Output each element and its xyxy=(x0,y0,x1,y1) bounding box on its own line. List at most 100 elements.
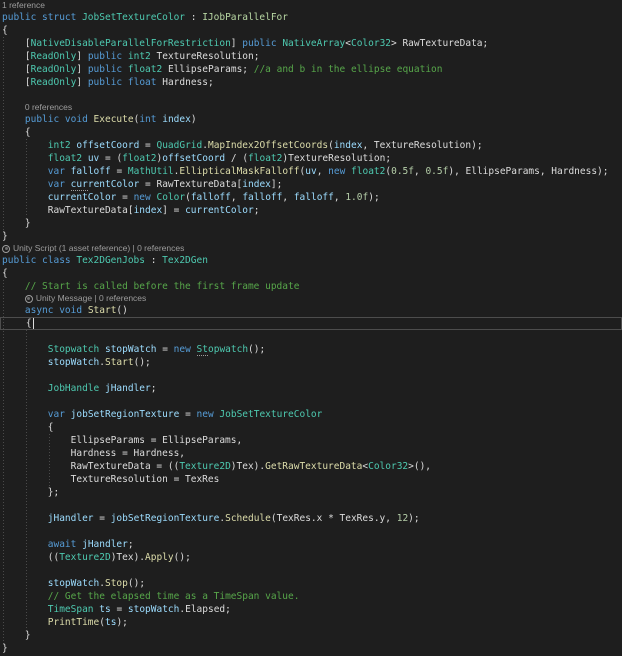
code-line[interactable]: { xyxy=(0,126,622,139)
code-line[interactable]: } xyxy=(0,642,622,655)
code-line[interactable]: TextureResolution = TexRes xyxy=(0,473,622,486)
code-line[interactable]: [ReadOnly] public float2 EllipseParams; … xyxy=(0,63,622,76)
code-line[interactable]: JobHandle jHandler; xyxy=(0,382,622,395)
code-token: ReadOnly xyxy=(30,64,77,75)
code-token: JobSetTextureColor xyxy=(82,12,186,23)
code-token: ] xyxy=(230,38,243,49)
code-line-blank[interactable] xyxy=(0,395,622,408)
codelens-references-link[interactable]: Unity Script (1 asset reference) | 0 ref… xyxy=(13,243,184,254)
code-line[interactable]: stopWatch.Stop(); xyxy=(0,577,622,590)
code-token: [ xyxy=(2,51,31,62)
code-token: Tex2DGenJobs xyxy=(76,255,145,266)
code-token: = xyxy=(93,513,111,524)
code-token: uv xyxy=(305,166,317,177)
code-token: int2 xyxy=(127,51,151,62)
code-line[interactable]: int2 offsetCoord = QuadGrid.MapIndex2Off… xyxy=(0,139,622,152)
code-line[interactable]: { xyxy=(0,267,622,280)
code-token: { xyxy=(3,318,32,329)
code-token: Texture2D xyxy=(179,461,231,472)
code-token: ] xyxy=(76,64,88,75)
code-token: >(), xyxy=(408,461,432,472)
code-line[interactable]: // Start is called before the first fram… xyxy=(0,280,622,293)
code-token: MapIndex2OffsetCoords xyxy=(207,140,329,151)
code-token: ; xyxy=(253,205,260,216)
code-line[interactable]: RawTextureData = ((Texture2D)Tex).GetRaw… xyxy=(0,460,622,473)
code-token: > RawTextureData; xyxy=(391,38,489,49)
code-line[interactable]: } xyxy=(0,217,622,230)
code-line[interactable]: }; xyxy=(0,486,622,499)
code-token: JobHandle xyxy=(47,383,100,394)
code-token: stopWatch xyxy=(47,357,100,368)
code-line[interactable]: await jHandler; xyxy=(0,538,622,551)
code-token: Tex2DGen xyxy=(162,255,208,266)
code-line[interactable]: public void Execute(int index) xyxy=(0,113,622,126)
code-line[interactable]: { xyxy=(0,421,622,434)
code-token: )TextureResolution; xyxy=(282,153,392,164)
code-line[interactable]: PrintTime(ts); xyxy=(0,616,622,629)
code-line-blank[interactable] xyxy=(0,499,622,512)
code-line-blank[interactable] xyxy=(0,369,622,382)
code-token: public struct xyxy=(2,12,83,23)
code-line[interactable]: { xyxy=(0,24,622,37)
code-token: var xyxy=(47,179,65,190)
code-line[interactable]: [ReadOnly] public float Hardness; xyxy=(0,76,622,89)
code-token: Texture2D xyxy=(59,552,111,563)
code-line[interactable]: jHandler = jobSetRegionTexture.Schedule(… xyxy=(0,512,622,525)
code-line[interactable]: public struct JobSetTextureColor : IJobP… xyxy=(0,11,622,24)
code-token: jobSetRegionTexture xyxy=(110,513,220,524)
code-line[interactable]: Hardness = Hardness, xyxy=(0,447,622,460)
code-line[interactable]: var falloff = MathUtil.EllipticalMaskFal… xyxy=(0,165,622,178)
code-token: jobSetRegionTexture xyxy=(70,409,180,420)
code-line[interactable]: { xyxy=(0,317,622,330)
code-line[interactable]: RawTextureData[index] = currentColor; xyxy=(0,204,622,217)
code-line[interactable]: Stopwatch stopWatch = new Stopwatch(); xyxy=(0,343,622,356)
code-token: jHandler xyxy=(47,513,94,524)
code-line[interactable]: EllipseParams = EllipseParams, xyxy=(0,434,622,447)
code-line[interactable]: async void Start() xyxy=(0,304,622,317)
code-token: / ( xyxy=(225,153,249,164)
code-line[interactable]: public class Tex2DGenJobs : Tex2DGen xyxy=(0,254,622,267)
codelens-unity-line: Unity Script (1 asset reference) | 0 ref… xyxy=(0,243,622,254)
code-line[interactable]: stopWatch.Start(); xyxy=(0,356,622,369)
code-token: TextureResolution; xyxy=(150,51,260,62)
code-token: new xyxy=(133,192,151,203)
code-token: float xyxy=(127,77,157,88)
code-line[interactable]: ((Texture2D)Tex).Apply(); xyxy=(0,551,622,564)
code-line-blank[interactable] xyxy=(0,564,622,577)
code-token: , xyxy=(316,166,329,177)
code-line-blank[interactable] xyxy=(0,330,622,343)
code-editor[interactable]: 1 reference public struct JobSetTextureCo… xyxy=(0,0,622,656)
code-line[interactable]: // Get the elapsed time as a TimeSpan va… xyxy=(0,590,622,603)
code-token: )Tex). xyxy=(110,552,146,563)
codelens-references-link[interactable]: 1 reference xyxy=(2,0,45,11)
code-line[interactable]: float2 uv = (float2)offsetCoord / (float… xyxy=(0,152,622,165)
codelens-references-link[interactable]: Unity Message | 0 references xyxy=(36,293,146,304)
code-line-blank[interactable] xyxy=(0,525,622,538)
code-token: (); xyxy=(133,357,151,368)
code-token: Start xyxy=(87,305,117,316)
code-token: public xyxy=(87,77,123,88)
code-token: currentColor xyxy=(185,205,254,216)
code-token: float2 xyxy=(127,64,163,75)
code-line[interactable]: [NativeDisableParallelForRestriction] pu… xyxy=(0,37,622,50)
code-token: .Elapsed; xyxy=(179,604,231,615)
code-line-blank[interactable] xyxy=(0,89,622,102)
code-line[interactable]: var currentColor = RawTextureData[index]… xyxy=(0,178,622,191)
code-token: Hardness = Hardness, xyxy=(2,448,186,459)
code-token: ; xyxy=(127,539,134,550)
code-line[interactable]: TimeSpan ts = stopWatch.Elapsed; xyxy=(0,603,622,616)
code-line[interactable]: currentColor = new Color(falloff, fallof… xyxy=(0,191,622,204)
code-line[interactable]: var jobSetRegionTexture = new JobSetText… xyxy=(0,408,622,421)
code-line[interactable]: [ReadOnly] public int2 TextureResolution… xyxy=(0,50,622,63)
code-token: ) xyxy=(190,114,197,125)
code-token: { xyxy=(2,268,8,279)
codelens-references-link[interactable]: 0 references xyxy=(25,102,72,113)
code-token: }; xyxy=(2,487,60,498)
code-line[interactable]: } xyxy=(0,230,622,243)
code-line[interactable]: } xyxy=(0,629,622,642)
